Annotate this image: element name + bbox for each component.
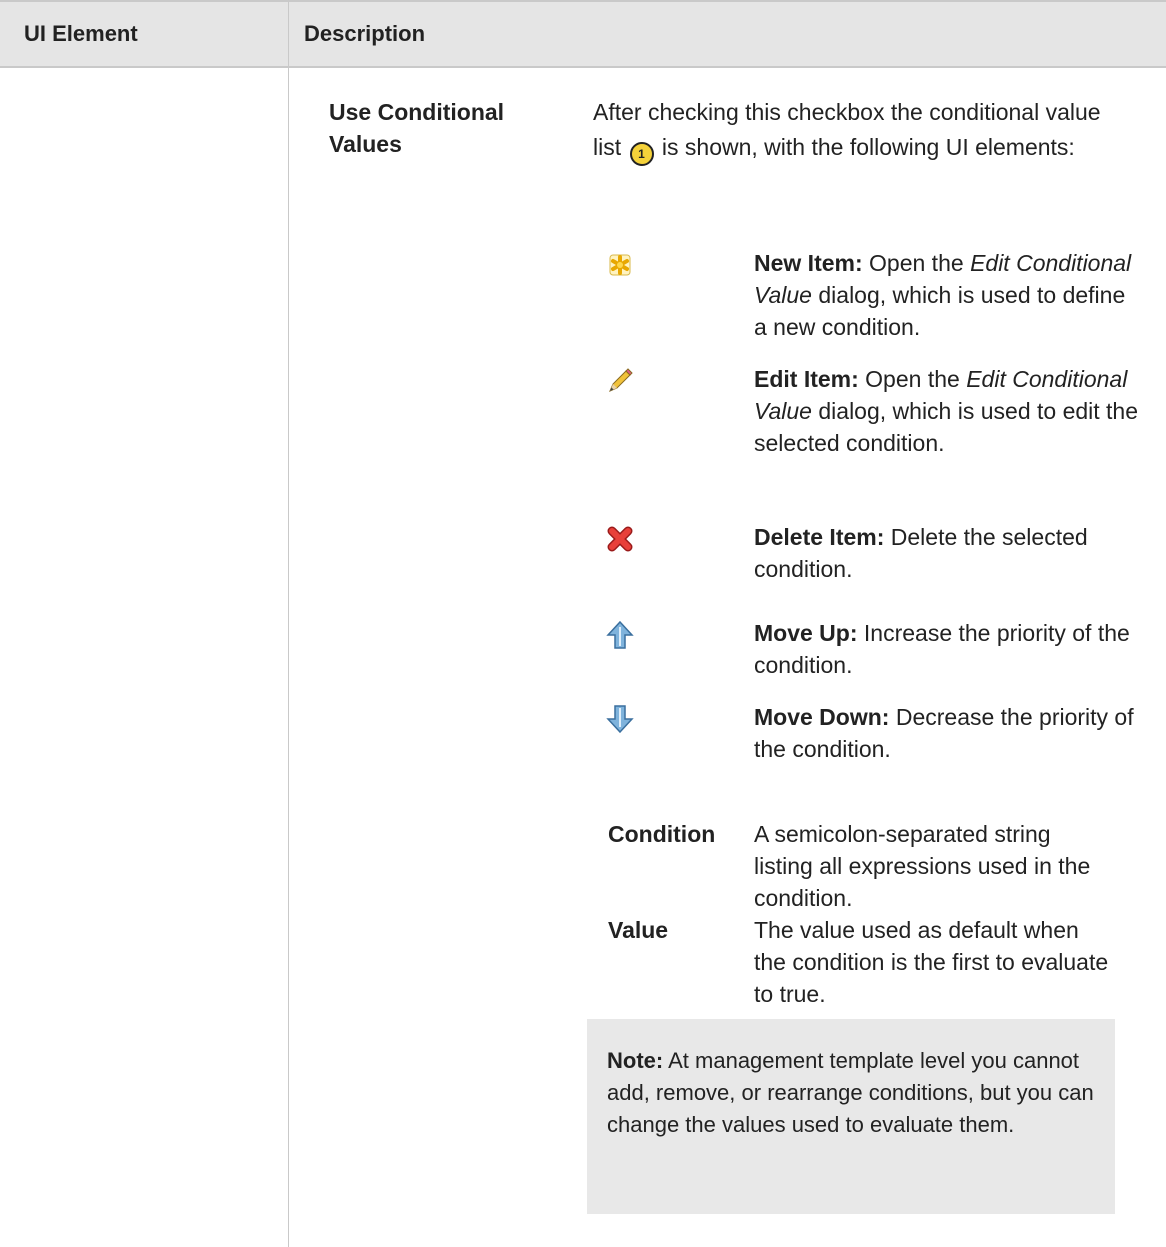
arrow-up-icon bbox=[604, 619, 636, 651]
item-text: Open the bbox=[858, 366, 967, 392]
item-name: Delete Item: bbox=[754, 524, 885, 550]
row-label: Use Conditional Values bbox=[329, 99, 505, 157]
item-text: Open the bbox=[862, 250, 971, 276]
ui-element-table: UI Element Description Use Conditional V… bbox=[0, 0, 1166, 1247]
note-text: At management template level you cannot … bbox=[607, 1048, 1094, 1137]
arrow-down-icon bbox=[604, 703, 636, 735]
row-intro: After checking this checkbox the conditi… bbox=[593, 96, 1113, 166]
item-name: Edit Item: bbox=[754, 366, 859, 392]
note-box: Note: At management template level you c… bbox=[587, 1019, 1115, 1214]
item-name: New Item: bbox=[754, 250, 863, 276]
item-name: Move Up: bbox=[754, 620, 858, 646]
item-text: dialog, which is used to edit the select… bbox=[754, 398, 1139, 456]
condition-desc: A semicolon-separated string listing all… bbox=[754, 821, 1091, 911]
condition-label: Condition bbox=[608, 821, 716, 847]
callout-1-icon: 1 bbox=[629, 142, 654, 166]
icon-item-desc: Edit Item: Open the Edit Conditional Val… bbox=[754, 363, 1139, 459]
delete-x-icon bbox=[604, 523, 636, 555]
icon-item-desc: Delete Item: Delete the selected conditi… bbox=[754, 521, 1139, 585]
header-divider bbox=[288, 0, 289, 68]
note-label: Note: bbox=[607, 1048, 664, 1073]
table-header: UI Element Description bbox=[0, 0, 1166, 68]
pencil-icon bbox=[604, 365, 636, 397]
value-label: Value bbox=[608, 917, 669, 943]
value-desc: The value used as default when the condi… bbox=[754, 917, 1109, 1007]
icon-item-desc: Move Down: Decrease the priority of the … bbox=[754, 701, 1139, 765]
column-divider bbox=[288, 68, 289, 1247]
icon-item-desc: Move Up: Increase the priority of the co… bbox=[754, 617, 1139, 681]
header-ui-element: UI Element bbox=[24, 21, 138, 46]
icon-item-desc: New Item: Open the Edit Conditional Valu… bbox=[754, 247, 1139, 343]
item-name: Move Down: bbox=[754, 704, 890, 730]
new-item-asterisk-icon bbox=[604, 249, 636, 281]
header-description: Description bbox=[304, 21, 426, 46]
intro-text-b: is shown, with the following UI elements… bbox=[661, 134, 1075, 160]
